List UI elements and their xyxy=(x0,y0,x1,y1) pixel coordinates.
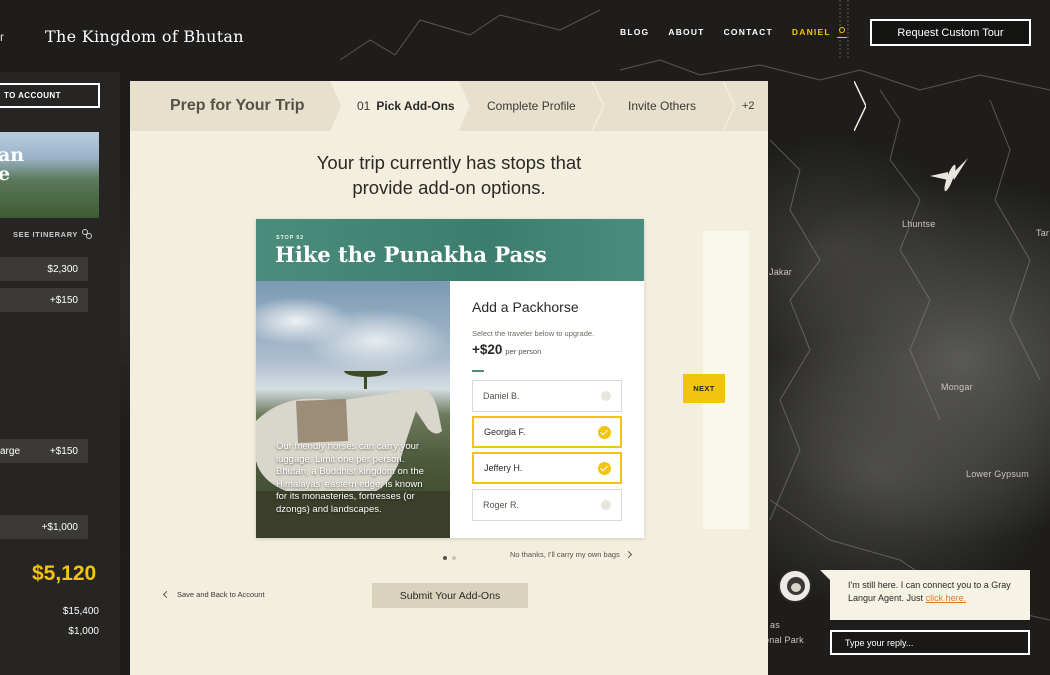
map-label-tar: Tar xyxy=(1036,228,1050,238)
price-row: $2,300 xyxy=(0,257,88,281)
next-card-button[interactable]: NEXT xyxy=(683,374,725,403)
user-icon xyxy=(836,27,847,38)
chat-reply-input[interactable] xyxy=(830,630,1030,655)
price-row: +$1,000 xyxy=(0,515,88,539)
traveler-name: Jeffery H. xyxy=(484,463,523,473)
unchecked-icon xyxy=(601,391,611,401)
add-on-price: +$20 per person xyxy=(472,342,541,357)
price-row-value: $2,300 xyxy=(47,263,78,275)
check-icon xyxy=(598,461,611,475)
step-number: 01 xyxy=(357,99,371,113)
brand-logo[interactable]: The Kingdom of Bhutan xyxy=(45,27,244,46)
top-navigation: r The Kingdom of Bhutan BLOG ABOUT CONTA… xyxy=(0,0,1050,72)
map-label-lower-gypsum: Lower Gypsum xyxy=(966,469,1029,479)
subtotal-2: $1,000 xyxy=(68,626,99,637)
traveler-option-daniel[interactable]: Daniel B. xyxy=(472,380,622,412)
nav-blog[interactable]: BLOG xyxy=(620,27,649,37)
card-header: STOP 02 Hike the Punakha Pass xyxy=(256,219,644,281)
nav-contact[interactable]: CONTACT xyxy=(724,27,773,37)
traveler-option-roger[interactable]: Roger R. xyxy=(472,489,622,521)
traveler-name: Daniel B. xyxy=(483,391,520,401)
link-icon xyxy=(82,229,93,239)
nav-about[interactable]: ABOUT xyxy=(668,27,704,37)
map-label-lhuntse: Lhuntse xyxy=(902,219,936,229)
map-label-as: as xyxy=(770,620,780,630)
subtotal-1: $15,400 xyxy=(62,606,99,617)
map-label-mongar: Mongar xyxy=(941,382,973,392)
traveler-option-georgia[interactable]: Georgia F. xyxy=(472,416,622,448)
check-icon xyxy=(598,425,611,439)
step-invite-others[interactable]: Invite Others xyxy=(628,81,696,131)
packhorse-photo: Our friendly horses can carry your lugga… xyxy=(256,281,450,538)
step-label: Pick Add-Ons xyxy=(376,99,455,113)
submit-add-ons-button[interactable]: Submit Your Add-Ons xyxy=(372,583,528,608)
brand-edge-text: r xyxy=(0,30,4,44)
stop-label: STOP 02 xyxy=(276,235,305,241)
map-label-national-park: onal Park xyxy=(764,635,804,645)
trip-total: $5,120 xyxy=(32,562,97,585)
price-row: arge +$150 xyxy=(0,439,88,463)
nav-user-account[interactable]: DANIEL xyxy=(791,27,847,38)
user-name: DANIEL xyxy=(791,27,831,37)
page-headline: Your trip currently has stops that provi… xyxy=(130,150,768,200)
price-row-label: arge xyxy=(0,445,21,457)
see-itinerary-link[interactable]: SEE ITINERARY xyxy=(13,229,93,239)
agent-avatar[interactable] xyxy=(778,569,812,603)
chevron-right-icon xyxy=(624,550,632,559)
headline-line-2: provide add-on options. xyxy=(352,177,546,198)
traveler-name: Roger R. xyxy=(483,500,520,510)
price-row-value: +$150 xyxy=(49,294,78,306)
add-ons-panel: Prep for Your Trip 01 Pick Add-Ons Compl… xyxy=(130,81,866,675)
carousel-dots xyxy=(443,556,456,560)
trip-photo-title-2: e xyxy=(0,163,11,185)
price-unit: per person xyxy=(505,347,542,356)
skip-add-on-link[interactable]: No thanks, I'll carry my own bags xyxy=(510,550,632,559)
trip-photo: an e xyxy=(0,132,99,218)
progress-steps: Prep for Your Trip 01 Pick Add-Ons Compl… xyxy=(130,81,866,131)
step-separator xyxy=(854,81,866,131)
add-on-hint: Select the traveler below to upgrade. xyxy=(472,329,595,338)
step-separator xyxy=(592,81,604,131)
save-and-back-link[interactable]: Save and Back to Account xyxy=(162,590,265,599)
carousel-dot[interactable] xyxy=(443,556,447,560)
chevron-left-icon xyxy=(162,590,171,599)
request-custom-tour-button[interactable]: Request Custom Tour xyxy=(870,19,1031,46)
traveler-name: Georgia F. xyxy=(484,427,526,437)
see-itinerary-label: SEE ITINERARY xyxy=(13,229,79,239)
step-pick-add-ons[interactable]: 01 Pick Add-Ons xyxy=(357,81,455,131)
unchecked-icon xyxy=(601,500,611,510)
add-on-card: STOP 02 Hike the Punakha Pass Our friend… xyxy=(256,219,644,538)
map-label-jakar: Jakar xyxy=(769,267,793,277)
chat-click-here-link[interactable]: click here. xyxy=(926,593,967,603)
price-row: +$150 xyxy=(0,288,88,312)
accent-rule xyxy=(472,370,484,372)
back-to-account-button[interactable]: TO ACCOUNT xyxy=(0,83,100,108)
main-nav: BLOG ABOUT CONTACT DANIEL xyxy=(620,27,866,38)
more-steps-count[interactable]: +2 xyxy=(742,81,755,131)
add-on-title: Add a Packhorse xyxy=(472,299,579,315)
step-complete-profile[interactable]: Complete Profile xyxy=(487,81,576,131)
card-title: Hike the Punakha Pass xyxy=(275,242,547,267)
step-separator xyxy=(723,81,735,131)
skip-add-on-label: No thanks, I'll carry my own bags xyxy=(510,550,620,559)
photo-caption: Our friendly horses can carry your lugga… xyxy=(276,441,424,515)
price-row-value: +$150 xyxy=(49,445,78,457)
price-row-value: +$1,000 xyxy=(41,521,78,533)
headline-line-1: Your trip currently has stops that xyxy=(316,152,582,173)
price-value: +$20 xyxy=(472,342,503,357)
save-and-back-label: Save and Back to Account xyxy=(177,590,265,599)
chat-message: I'm still here. I can connect you to a G… xyxy=(820,570,1030,620)
carousel-dot[interactable] xyxy=(452,556,456,560)
steps-title: Prep for Your Trip xyxy=(170,97,305,114)
traveler-option-jeffery[interactable]: Jeffery H. xyxy=(472,452,622,484)
